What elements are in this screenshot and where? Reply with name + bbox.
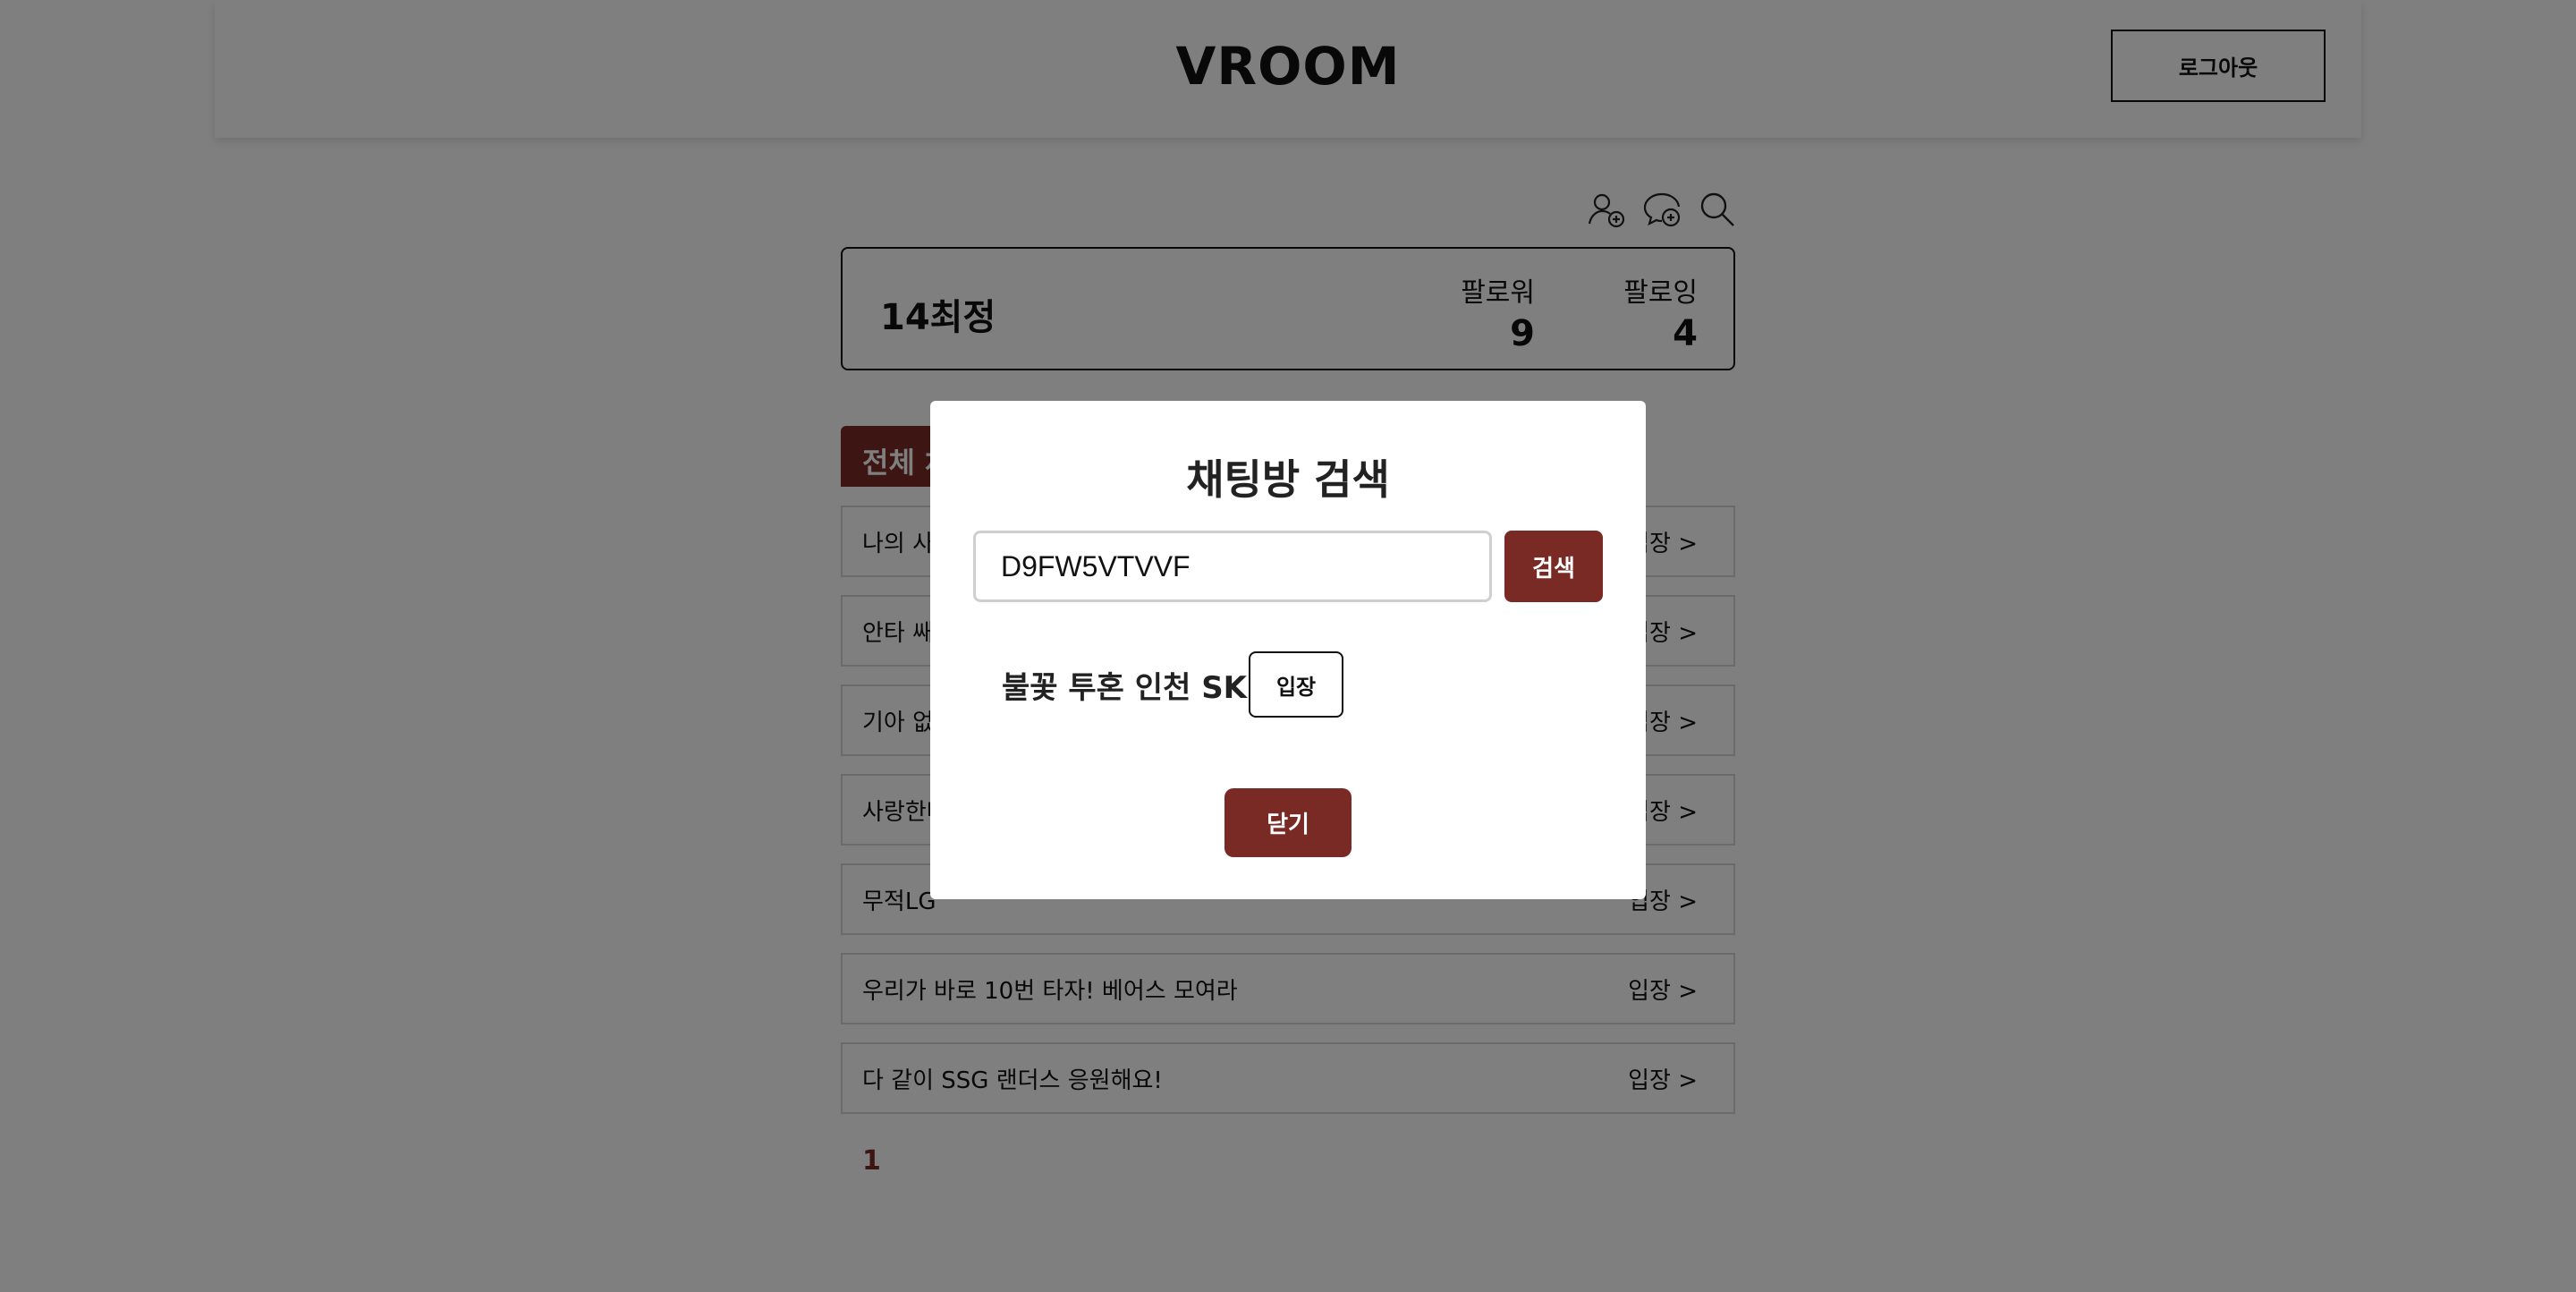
modal-overlay[interactable]: 채팅방 검색 검색 불꽃 투혼 인천 SK 입장 닫기 [0, 0, 2576, 1292]
result-room-name: 불꽃 투혼 인천 SK [1002, 669, 1248, 706]
close-button[interactable]: 닫기 [1224, 788, 1352, 857]
search-button[interactable]: 검색 [1504, 531, 1603, 602]
chat-search-modal: 채팅방 검색 검색 불꽃 투혼 인천 SK 입장 닫기 [930, 401, 1646, 899]
result-enter-button[interactable]: 입장 [1249, 651, 1344, 718]
search-result: 불꽃 투혼 인천 SK 입장 [1002, 651, 1344, 718]
modal-title: 채팅방 검색 [1186, 455, 1390, 504]
room-code-search-input[interactable] [973, 531, 1492, 602]
